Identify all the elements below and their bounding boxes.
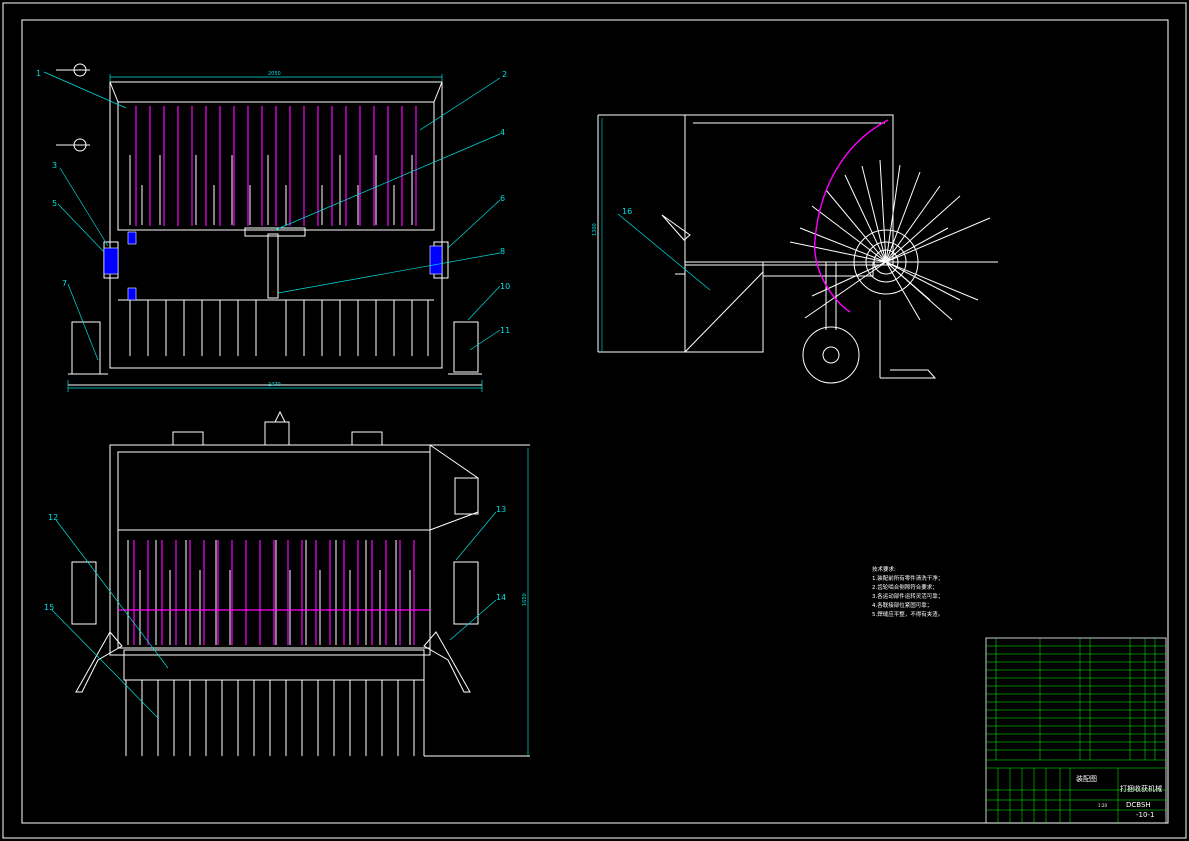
drawing-code: DCBSH (1126, 801, 1151, 809)
top-view-tines (118, 540, 430, 645)
callout-13: 13 (496, 505, 506, 514)
side-view (597, 114, 998, 384)
drawing-name: 装配图 (1076, 774, 1097, 783)
dim-top-width: 2050 (268, 71, 281, 77)
drawing-canvas: 1 2 3 4 5 6 7 8 10 11 2050 2470 16 1300 … (2, 2, 1187, 839)
note-4: 4.各联接部位紧固可靠； (872, 601, 932, 609)
technical-requirements: 技术要求: 1.装配前所有零件清洗干净； 2.齿轮啮合侧隙符合要求； 3.各运动… (872, 565, 943, 618)
front-view-tines (135, 106, 417, 226)
machine-name: 打捆收获机械 (1120, 784, 1162, 793)
notes-heading: 技术要求: (872, 565, 896, 573)
note-1: 1.装配前所有零件清洗干净； (872, 574, 943, 582)
drawing-ratio: 1:20 (1098, 803, 1107, 808)
dim-bottom-width: 2470 (268, 382, 281, 388)
callout-6: 6 (500, 194, 505, 203)
note-5: 5.焊缝应平整，不得有夹渣。 (872, 610, 943, 618)
callout-7: 7 (62, 279, 67, 288)
sheet-code: -10-1 (1136, 811, 1154, 819)
callout-12: 12 (48, 513, 58, 522)
outer-frame (2, 2, 1187, 839)
front-view (56, 63, 482, 386)
side-view-callout: 16 1300 (592, 118, 711, 352)
callout-3: 3 (52, 161, 57, 170)
callout-1: 1 (36, 69, 41, 78)
callout-14: 14 (496, 593, 506, 602)
callout-15: 15 (44, 603, 54, 612)
callout-11: 11 (500, 326, 510, 335)
front-view-parts (103, 231, 443, 301)
front-view-callout-leaders (43, 71, 501, 392)
note-2: 2.齿轮啮合侧隙符合要求； (872, 583, 938, 591)
callout-16: 16 (622, 207, 632, 216)
note-3: 3.各运动部件运转灵活可靠； (872, 592, 943, 600)
top-view (71, 410, 530, 757)
callout-10: 10 (500, 282, 510, 291)
title-block: 装配图 打捆收获机械 DCBSH -10-1 1:20 (985, 637, 1167, 824)
callout-5: 5 (52, 199, 57, 208)
dim-top-view-height: 1650 (522, 593, 528, 606)
callout-4: 4 (500, 128, 505, 137)
dim-side-height: 1300 (592, 223, 598, 236)
callout-2: 2 (502, 70, 507, 79)
callout-8: 8 (500, 247, 505, 256)
